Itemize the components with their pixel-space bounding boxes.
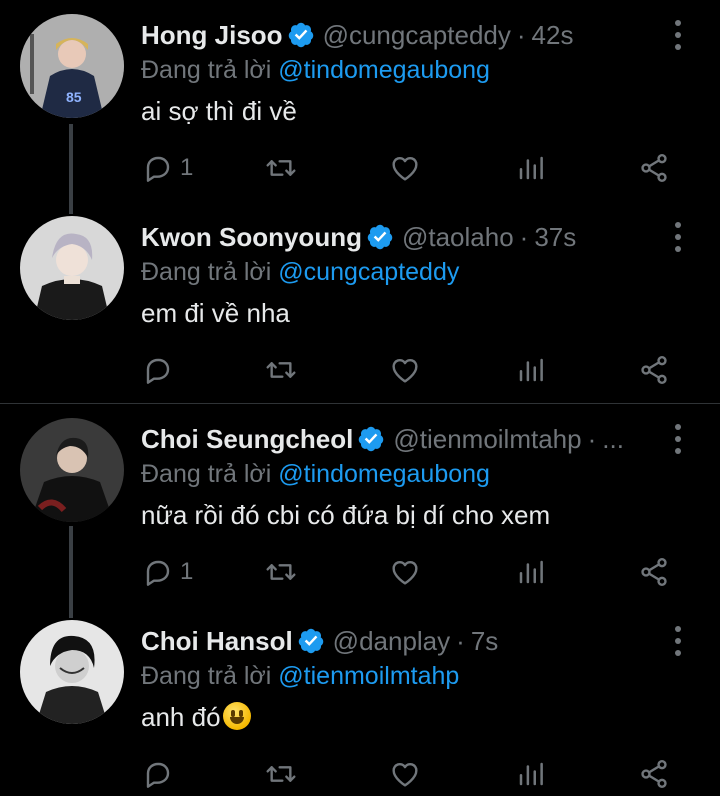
tweet[interactable]: Kwon Soonyoung @taolaho · 37s Đang trả l… — [0, 202, 720, 402]
user-handle[interactable]: @danplay — [333, 626, 450, 657]
reply-prefix: Đang trả lời — [141, 56, 272, 84]
mention-link[interactable]: @tindomegaubong — [278, 56, 490, 84]
reply-button[interactable]: 1 — [142, 146, 193, 190]
avatar[interactable] — [20, 620, 124, 724]
tweet-text: em đi về nha — [141, 298, 290, 328]
reply-context: Đang trả lời @tindomegaubong — [141, 56, 490, 85]
share-icon — [641, 760, 667, 788]
tweet-actions: 1 — [0, 550, 720, 594]
share-icon — [641, 558, 667, 586]
mention-link[interactable]: @tindomegaubong — [278, 460, 490, 488]
retweet-button[interactable] — [264, 550, 298, 594]
more-vertical-icon[interactable] — [666, 424, 690, 454]
more-vertical-icon[interactable] — [666, 222, 690, 252]
retweet-button[interactable] — [264, 146, 298, 190]
reply-icon — [146, 156, 170, 182]
user-handle[interactable]: @tienmoilmtahp — [393, 424, 581, 455]
retweet-button[interactable] — [264, 348, 298, 392]
like-icon — [392, 762, 418, 787]
verified-badge-icon — [367, 224, 393, 250]
timestamp[interactable]: ... — [602, 424, 624, 455]
separator: · — [516, 19, 526, 50]
retweet-icon — [266, 160, 296, 176]
reply-context: Đang trả lời @cungcapteddy — [141, 258, 459, 287]
separator: · — [456, 625, 465, 656]
reply-button[interactable]: 1 — [142, 550, 193, 594]
avatar[interactable] — [20, 216, 124, 320]
analytics-button[interactable] — [516, 752, 546, 796]
tweet[interactable]: Choi Hansol @danplay · 7s Đang trả lời @… — [0, 606, 720, 796]
analytics-button[interactable] — [516, 348, 546, 392]
analytics-icon — [519, 762, 543, 786]
tweet-text: ai sợ thì đi về — [141, 96, 297, 126]
like-icon — [392, 156, 418, 181]
reply-prefix: Đang trả lời — [141, 258, 272, 286]
svg-text:85: 85 — [66, 89, 82, 105]
reply-button[interactable] — [142, 348, 180, 392]
analytics-icon — [519, 358, 543, 382]
reply-icon — [146, 358, 170, 384]
verified-badge-icon — [359, 426, 384, 452]
timestamp[interactable]: 42s — [532, 20, 574, 51]
share-icon — [641, 356, 667, 384]
retweet-icon — [266, 362, 296, 378]
like-icon — [392, 358, 418, 383]
reply-button[interactable] — [142, 752, 180, 796]
reply-icon — [146, 762, 170, 788]
analytics-icon — [519, 560, 543, 584]
tweet-text: nữa rồi đó cbi có đứa bị dí cho xem — [141, 500, 551, 530]
tweet-actions — [0, 752, 720, 796]
reply-count: 1 — [180, 558, 194, 585]
reply-count: 1 — [180, 154, 194, 181]
share-button[interactable] — [638, 752, 670, 796]
avatar[interactable] — [20, 418, 124, 522]
mention-link[interactable]: @tienmoilmtahp — [278, 662, 459, 690]
reply-icon — [146, 560, 170, 586]
more-vertical-icon[interactable] — [666, 626, 690, 656]
like-button[interactable] — [388, 550, 422, 594]
reply-context: Đang trả lời @tienmoilmtahp — [141, 662, 459, 691]
user-handle[interactable]: @taolaho — [402, 222, 514, 253]
timestamp[interactable]: 7s — [471, 626, 498, 657]
like-button[interactable] — [388, 146, 422, 190]
share-button[interactable] — [638, 550, 670, 594]
display-name[interactable]: Hong Jisoo — [141, 20, 283, 51]
analytics-button[interactable] — [516, 146, 546, 190]
retweet-button[interactable] — [264, 752, 298, 796]
more-vertical-icon[interactable] — [666, 20, 690, 50]
verified-badge-icon — [298, 628, 323, 654]
share-button[interactable] — [638, 146, 670, 190]
mention-link[interactable]: @cungcapteddy — [278, 258, 459, 286]
verified-badge-icon — [288, 22, 313, 48]
share-icon — [641, 154, 667, 182]
retweet-icon — [266, 564, 296, 580]
tweet-actions: 1 — [0, 146, 720, 190]
tweet[interactable]: 85 Hong Jisoo @cungcapteddy · 42s Đang t… — [0, 0, 720, 202]
reply-context: Đang trả lời @tindomegaubong — [141, 460, 490, 489]
share-button[interactable] — [638, 348, 670, 392]
separator: · — [519, 221, 529, 252]
analytics-icon — [519, 156, 543, 180]
tweet[interactable]: Choi Seungcheol @tienmoilmtahp · ... Đan… — [0, 404, 720, 606]
analytics-button[interactable] — [516, 550, 546, 594]
tweet-actions — [0, 348, 720, 392]
like-icon — [392, 560, 418, 585]
separator: · — [587, 423, 597, 454]
retweet-icon — [266, 766, 296, 782]
like-button[interactable] — [388, 752, 422, 796]
reply-prefix: Đang trả lời — [141, 662, 272, 690]
display-name[interactable]: Kwon Soonyoung — [141, 222, 362, 253]
display-name[interactable]: Choi Seungcheol — [141, 424, 353, 455]
tweet-feed: 85 Hong Jisoo @cungcapteddy · 42s Đang t… — [0, 0, 720, 796]
grinning-emoji — [222, 702, 251, 730]
tweet-text: anh đó — [141, 702, 221, 732]
display-name[interactable]: Choi Hansol — [141, 626, 293, 657]
tweet-text-container: anh đó — [141, 702, 251, 733]
user-handle[interactable]: @cungcapteddy — [323, 20, 511, 51]
avatar[interactable]: 85 — [20, 14, 124, 118]
timestamp[interactable]: 37s — [534, 222, 576, 253]
reply-prefix: Đang trả lời — [141, 460, 272, 488]
like-button[interactable] — [388, 348, 422, 392]
